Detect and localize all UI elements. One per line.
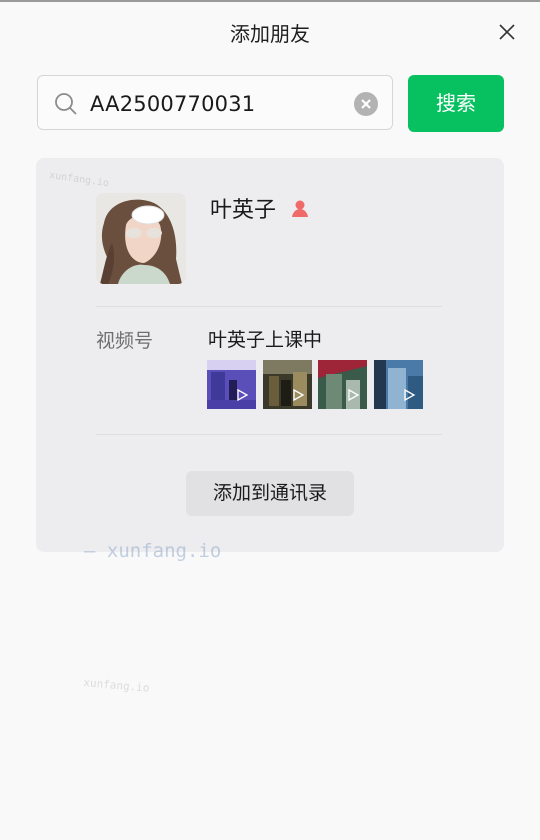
clear-input-icon[interactable] — [354, 92, 378, 116]
channel-video-thumbnail[interactable] — [374, 360, 423, 409]
divider — [96, 434, 442, 435]
search-button[interactable]: 搜索 — [408, 75, 504, 132]
watermark: xunfang.io — [82, 676, 150, 695]
channel-video-thumbnail[interactable] — [318, 360, 367, 409]
channels-name[interactable]: 叶英子上课中 — [208, 327, 322, 353]
window-top-border — [0, 0, 540, 2]
avatar[interactable] — [96, 193, 186, 284]
search-icon — [55, 93, 77, 115]
channels-label: 视频号 — [96, 330, 154, 352]
channel-video-thumbnail[interactable] — [207, 360, 256, 409]
contact-name: 叶英子 — [210, 198, 277, 223]
channel-video-thumbnail[interactable] — [263, 360, 312, 409]
search-input[interactable]: AA2500770031 — [37, 75, 393, 130]
add-to-contacts-button[interactable]: 添加到通讯录 — [186, 471, 354, 516]
divider — [96, 306, 442, 307]
close-icon[interactable] — [496, 21, 518, 43]
result-card: 叶英子 视频号 叶英子上课中 添加到通讯录 — [36, 158, 504, 552]
search-value[interactable]: AA2500770031 — [90, 90, 255, 118]
female-gender-icon — [292, 200, 308, 217]
window-title: 添加朋友 — [230, 22, 310, 46]
